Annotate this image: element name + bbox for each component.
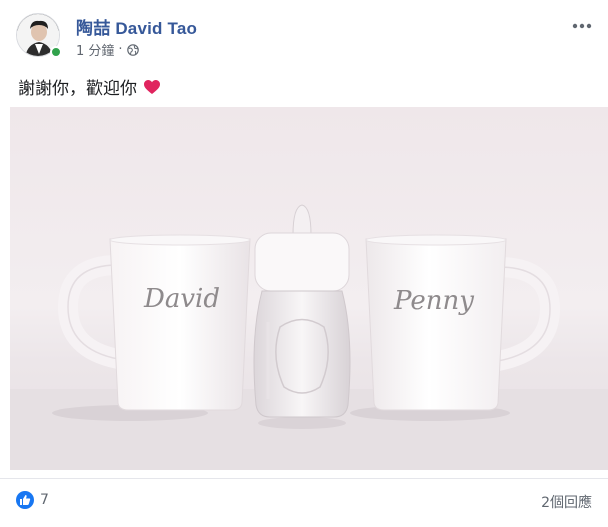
reactions-summary[interactable]: 7 bbox=[16, 491, 49, 509]
like-icon[interactable] bbox=[16, 491, 34, 509]
author-name[interactable]: 陶喆 David Tao bbox=[76, 14, 197, 39]
globe-icon[interactable] bbox=[126, 43, 139, 56]
mug-left-label: David bbox=[143, 284, 220, 314]
post-text: 謝謝你，歡迎你 bbox=[18, 79, 137, 99]
post-footer: 7 2個回應 bbox=[0, 478, 608, 527]
facebook-post: 陶喆 David Tao 1 分鐘 · 謝謝你，歡迎你 David Penny … bbox=[0, 0, 608, 527]
post-photo[interactable]: David Penny bbox=[10, 107, 608, 470]
online-status-indicator bbox=[50, 46, 62, 58]
post-body: 謝謝你，歡迎你 bbox=[18, 74, 161, 99]
photo-mugs-and-bottle: David Penny bbox=[10, 204, 608, 470]
more-options-icon[interactable] bbox=[570, 16, 594, 36]
post-meta: 1 分鐘 · bbox=[76, 40, 139, 59]
heart-icon bbox=[143, 79, 161, 95]
reaction-count[interactable]: 7 bbox=[40, 492, 49, 508]
mug-right-label: Penny bbox=[393, 286, 474, 316]
comments-count[interactable]: 2個回應 bbox=[541, 492, 592, 512]
author-avatar[interactable] bbox=[16, 13, 62, 58]
post-timestamp[interactable]: 1 分鐘 bbox=[76, 40, 114, 59]
meta-separator: · bbox=[118, 42, 123, 57]
post-header: 陶喆 David Tao 1 分鐘 · bbox=[0, 0, 608, 66]
